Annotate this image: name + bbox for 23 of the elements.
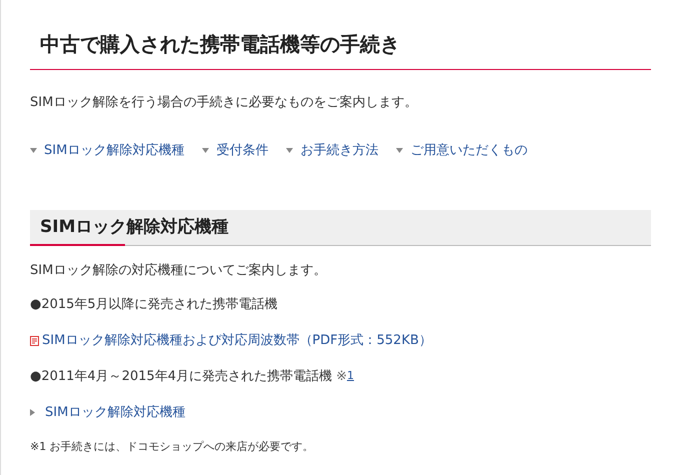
anchor-link[interactable]: ご用意いただくもの: [396, 140, 528, 160]
section-title: SIMロック解除対応機種: [40, 216, 228, 239]
footnote-text: ※1 お手続きには、ドコモショップへの来店が必要です。: [30, 438, 315, 454]
intro-text: SIMロック解除を行う場合の手続きに必要なものをご案内します。: [30, 94, 418, 112]
item-text: 2015年5月以降に発売された携帯電話機: [41, 296, 278, 314]
anchor-link[interactable]: 受付条件: [202, 140, 268, 160]
caret-icon: [286, 148, 294, 153]
caret-icon: [396, 148, 404, 153]
anchor-link[interactable]: お手続き方法: [286, 140, 378, 160]
bullet-point: ●: [30, 296, 42, 314]
item-text: 2011年4月～2015年4月に発売された携帯電話機: [41, 368, 332, 386]
note-mark: ※: [336, 368, 347, 386]
pdf-icon: [30, 336, 39, 346]
anchor-link[interactable]: SIMロック解除対応機種: [30, 140, 184, 160]
triangle-icon: [30, 409, 35, 416]
pdf-link[interactable]: SIMロック解除対応機種および対応周波数帯（PDF形式：552KB）: [42, 330, 432, 350]
bullet-point: ●: [30, 368, 42, 386]
model-link[interactable]: SIMロック解除対応機種: [45, 402, 186, 422]
caret-icon: [30, 148, 37, 153]
page-title: 中古で購入された携帯電話機等の手続き: [30, 0, 651, 70]
caret-icon: [202, 148, 210, 153]
footnote-link[interactable]: 1: [346, 368, 354, 385]
section-intro: SIMロック解除の対応機種についてご案内します。: [30, 262, 328, 280]
